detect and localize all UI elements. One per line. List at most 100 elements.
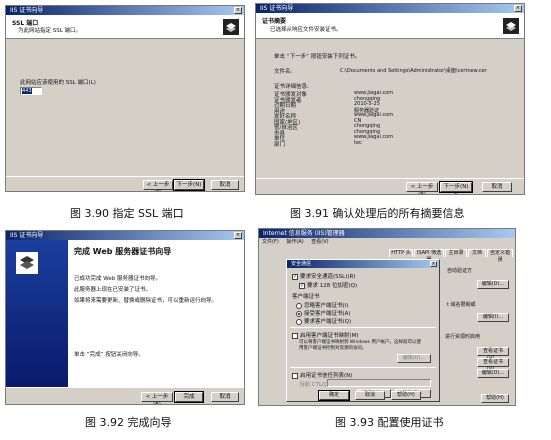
wizard-header: 证书摘要 已选择从响应文件安装证书。 (256, 13, 524, 39)
enable-mapping-checkbox[interactable]: 启用客户端证书映射(M) (292, 331, 359, 339)
server-cert-button[interactable]: 查看证书(V)... (477, 347, 509, 361)
instruction-text: 单击 “下一步” 按钮安装下列证书。 (274, 54, 361, 60)
checkbox-checked-icon: ✓ (299, 282, 305, 289)
figure-caption-3-90: 图 3.90 指定 SSL 端口 (70, 207, 184, 220)
ip-restrict-fragment: t 域名限制或 (447, 302, 476, 308)
ignore-client-cert-radio[interactable]: 忽略客户端证书(I) (296, 301, 348, 309)
close-icon[interactable]: × (514, 5, 522, 12)
tab-home-directory[interactable]: 主目录 (445, 249, 467, 257)
wizard-complete-title: 完成 Web 服务器证书向导 (74, 247, 172, 256)
cancel-button[interactable]: 取消 (211, 180, 239, 190)
require-128bit-label: 要求 128 位加密(Q) (307, 283, 358, 289)
require-ssl-label: 要求安全通道(SSL)(R) (300, 274, 356, 280)
installed-message: 此服务器上现在已安装了证书。 (74, 287, 152, 293)
button-divider (256, 178, 524, 179)
button-divider (6, 176, 244, 177)
back-button[interactable]: < 上一步(B) (141, 392, 173, 404)
close-icon[interactable]: × (234, 232, 242, 239)
secure-communications-dialog: 安全通信 × ✓ 要求安全通道(SSL)(R) ✓ 要求 128 位加密(Q) 客户… (286, 259, 440, 402)
header-subtitle: 已选择从响应文件安装证书。 (270, 27, 342, 33)
file-path: C:\Documents and Settings\Administrator\… (340, 68, 487, 74)
menu-view[interactable]: 查看(V) (311, 239, 328, 245)
view-cert-button[interactable]: 查看证书(V)... (477, 358, 509, 372)
group-divider (290, 367, 436, 368)
menu-action[interactable]: 操作(A) (286, 239, 303, 245)
current-ctl-label: 当前 CTL(C) (299, 382, 331, 388)
back-button[interactable]: < 上一步(B) (143, 180, 173, 191)
checkbox-icon (292, 372, 298, 379)
help-button[interactable]: 帮助(H) (481, 394, 509, 403)
cancel-button[interactable]: 取消 (355, 391, 385, 400)
properties-tabs: HTTP 头 ISAPI 筛选器 主目录 文档 自定义错误 (389, 249, 515, 263)
figure-caption-3-92: 图 3.92 完成向导 (85, 416, 172, 429)
enable-ctl-checkbox[interactable]: 启用证书信任列表(N) (292, 371, 352, 379)
ok-button[interactable]: 确定 (318, 390, 350, 401)
ssl-port-input[interactable]: 443 (20, 87, 42, 95)
certificate-summary-window: IIS 证书向导 × 证书摘要 已选择从响应文件安装证书。 单击 “下一步” 按… (255, 3, 525, 195)
cancel-button[interactable]: 取消 (211, 392, 239, 402)
figure-caption-3-91: 图 3.91 确认处理后的所有摘要信息 (290, 207, 465, 220)
window-title: IIS 证书向导 (10, 7, 44, 14)
finish-instruction: 单击 “完成” 按钮关闭向导。 (74, 352, 144, 358)
checkbox-checked-icon: ✓ (292, 273, 298, 280)
wizard-header: SSL 端口 为此网站指定 SSL 端口。 (6, 15, 244, 39)
ssl-port-wizard-window: IIS 证书向导 × SSL 端口 为此网站指定 SSL 端口。 此网站应该使用… (5, 5, 245, 192)
certificate-wizard-icon (222, 18, 240, 36)
secure-edit-button[interactable]: 编辑(D)... (477, 369, 509, 378)
radio-icon (296, 302, 302, 309)
close-icon[interactable]: × (430, 261, 437, 267)
checkbox-icon (292, 332, 298, 339)
detail-row: 部门 (274, 140, 285, 148)
file-label: 文件名: (274, 69, 293, 75)
window-titlebar: IIS 证书向导 × (256, 4, 524, 13)
dialog-title: 安全通信 (291, 261, 312, 267)
rerun-message: 如果将来需要更新、替换或删除证书，可以重新运行向导。 (74, 298, 218, 304)
client-cert-group-label: 客户端证书 (292, 294, 320, 300)
accept-client-cert-radio[interactable]: 接受客户端证书(A) (296, 309, 351, 317)
mapping-description: 可以将客户端证书映射到 Windows 用户帐户。这样就可以使用客户端证书控制对… (299, 340, 421, 351)
dialog-titlebar: 安全通信 × (287, 260, 439, 268)
group-divider (290, 327, 436, 328)
certificate-wizard-icon (14, 248, 44, 278)
require-128bit-checkbox[interactable]: ✓ 要求 128 位加密(Q) (299, 281, 357, 289)
ssl-port-label: 此网站应该使用的 SSL 端口(L) (20, 80, 96, 86)
window-titlebar: IIS 证书向导 × (6, 231, 244, 240)
iis-manager-window: Internet 信息服务 (IIS)管理器 文件(F) 操作(A) 查看(V)… (258, 228, 516, 406)
tab-custom-errors[interactable]: 自定义错误 (487, 249, 513, 263)
next-button[interactable]: 下一步(N) > (439, 181, 473, 194)
wizard-complete-window: IIS 证书向导 × 完成 Web 服务器证书向导 已成功完成 Web 服务器证… (5, 230, 245, 405)
window-title: IIS 证书向导 (260, 5, 294, 12)
require-ssl-checkbox[interactable]: ✓ 要求安全通道(SSL)(R) (292, 272, 355, 280)
header-subtitle: 为此网站指定 SSL 端口。 (18, 28, 82, 34)
window-title: Internet 信息服务 (IIS)管理器 (263, 230, 345, 237)
menu-bar: 文件(F) 操作(A) 查看(V) (259, 238, 515, 246)
mapping-edit-button[interactable]: 编辑(D)... (397, 354, 431, 363)
tab-documents[interactable]: 文档 (468, 249, 486, 257)
secure-comm-fragment: 进行资源时启用 (445, 334, 481, 340)
radio-icon (296, 318, 302, 325)
next-button[interactable]: 下一步(N) > (173, 179, 205, 191)
header-title: 证书摘要 (262, 18, 287, 25)
auth-fragment: 自动验证方 (447, 268, 473, 274)
require-client-cert-radio[interactable]: 要求客户端证书(Q) (296, 317, 351, 325)
menu-file[interactable]: 文件(F) (262, 239, 279, 245)
detail-key: 部门 (274, 141, 286, 148)
tab-http-headers[interactable]: HTTP 头 (389, 249, 413, 257)
certificate-wizard-icon (502, 17, 520, 35)
ip-edit-button[interactable]: 编辑(I)... (477, 313, 509, 322)
tab-isapi-filters[interactable]: ISAPI 筛选器 (414, 249, 444, 263)
dialog-help-button[interactable]: 帮助(H) (391, 391, 421, 400)
auth-edit-button[interactable]: 编辑(D)... (477, 280, 509, 289)
window-titlebar: IIS 证书向导 × (6, 6, 244, 15)
wizard-side-banner (6, 240, 68, 387)
back-button[interactable]: < 上一步(B) (406, 182, 438, 194)
cancel-button[interactable]: 取消 (482, 182, 512, 192)
close-icon[interactable]: × (234, 7, 242, 14)
radio-selected-icon (296, 310, 302, 317)
ssl-port-value: 443 (22, 88, 32, 94)
enable-mapping-label: 启用客户端证书映射(M) (300, 333, 359, 339)
current-ctl-select[interactable] (327, 379, 431, 387)
button-divider (6, 387, 244, 388)
finish-button[interactable]: 完成 (174, 391, 204, 403)
wizard-content: 完成 Web 服务器证书向导 已成功完成 Web 服务器证书向导。 此服务器上现… (68, 240, 244, 387)
